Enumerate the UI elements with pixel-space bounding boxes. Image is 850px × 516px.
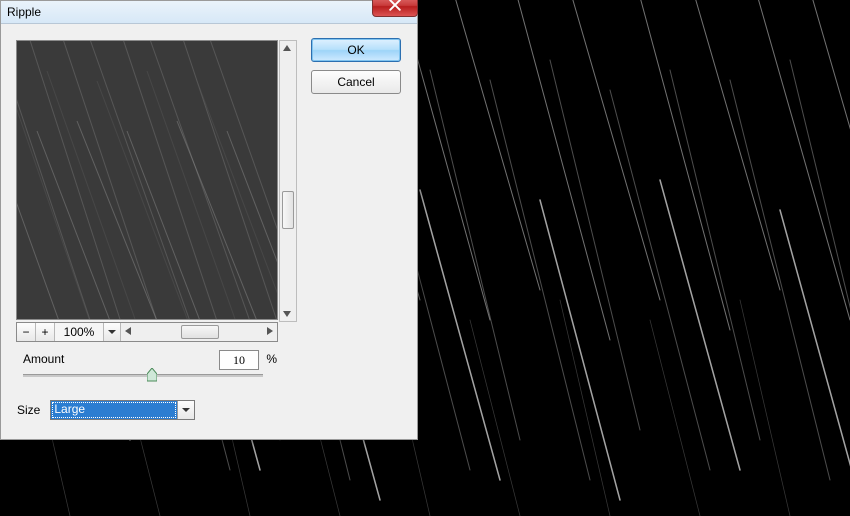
scroll-right-button[interactable] — [263, 323, 277, 339]
preview-hscrollbar[interactable] — [121, 323, 277, 341]
ripple-dialog: Ripple — [0, 0, 418, 440]
scroll-down-button[interactable] — [280, 307, 294, 321]
slider-thumb[interactable] — [147, 368, 157, 382]
chevron-right-icon — [267, 327, 273, 335]
chevron-left-icon — [125, 327, 131, 335]
zoom-in-button[interactable]: + — [36, 323, 55, 341]
scroll-left-button[interactable] — [121, 323, 135, 339]
size-value: Large — [51, 401, 177, 419]
size-label: Size — [17, 403, 40, 417]
cancel-label: Cancel — [337, 75, 374, 89]
hscroll-thumb[interactable] — [181, 325, 219, 339]
plus-icon: + — [41, 325, 48, 339]
amount-input[interactable] — [219, 350, 259, 370]
minus-icon: − — [22, 325, 29, 339]
scroll-up-button[interactable] — [280, 41, 294, 55]
titlebar[interactable]: Ripple — [1, 1, 417, 24]
size-combobox[interactable]: Large — [50, 400, 195, 420]
cancel-button[interactable]: Cancel — [311, 70, 401, 94]
slider-track — [23, 374, 263, 377]
dialog-title: Ripple — [7, 5, 41, 19]
zoom-out-button[interactable]: − — [17, 323, 36, 341]
chevron-up-icon — [283, 45, 291, 51]
ok-label: OK — [347, 43, 364, 57]
vscroll-thumb[interactable] — [282, 191, 294, 229]
chevron-down-icon — [182, 408, 190, 412]
close-icon — [389, 0, 401, 14]
preview-vscrollbar[interactable] — [279, 40, 297, 322]
close-button[interactable] — [372, 0, 418, 17]
zoom-dropdown-button[interactable] — [104, 323, 121, 341]
zoom-value: 100% — [55, 323, 104, 341]
size-dropdown-button[interactable] — [177, 401, 194, 419]
amount-label: Amount — [23, 352, 64, 366]
preview-image — [17, 41, 277, 319]
ok-button[interactable]: OK — [311, 38, 401, 62]
amount-slider[interactable] — [23, 368, 263, 382]
chevron-down-icon — [283, 311, 291, 317]
zoom-bar: − + 100% — [16, 322, 278, 342]
chevron-down-icon — [108, 330, 116, 334]
amount-unit: % — [266, 352, 277, 366]
preview-area[interactable] — [16, 40, 278, 320]
